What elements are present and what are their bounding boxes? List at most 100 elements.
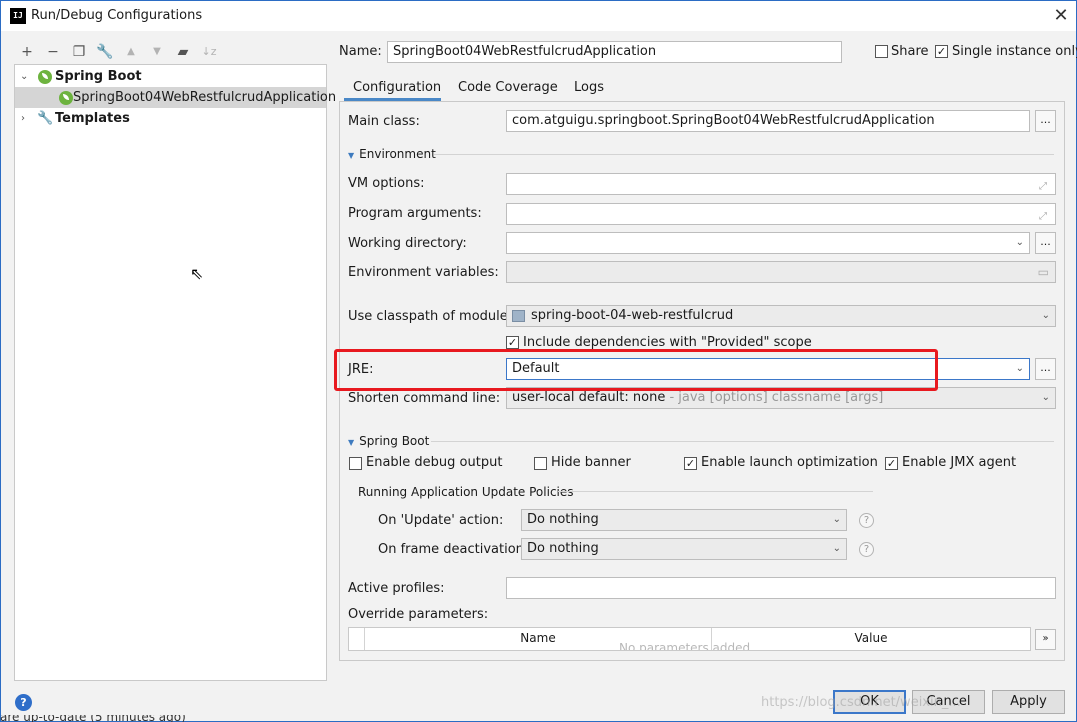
- chevron-down-icon[interactable]: ⌄: [833, 510, 841, 530]
- environment-section[interactable]: ▼ Environment: [348, 147, 436, 161]
- expand-table-button[interactable]: »: [1035, 629, 1056, 650]
- browse-main-class-button[interactable]: ...: [1035, 110, 1056, 132]
- hide-banner-checkbox[interactable]: [534, 457, 547, 470]
- chevron-down-icon[interactable]: ⌄: [20, 66, 28, 87]
- jmx-agent-label: Enable JMX agent: [902, 455, 1017, 470]
- divider: [434, 154, 1054, 155]
- active-profiles-label: Active profiles:: [348, 581, 445, 596]
- tree-node-templates[interactable]: › 🔧 Templates: [15, 108, 326, 129]
- sort-icon[interactable]: ↓z: [200, 43, 218, 61]
- program-arguments-label: Program arguments:: [348, 206, 482, 221]
- table-empty-text: No parameters added.: [619, 641, 754, 651]
- tree-node-application[interactable]: SpringBoot04WebRestfulcrudApplication: [15, 87, 336, 108]
- spring-boot-section[interactable]: ▼ Spring Boot: [348, 434, 429, 448]
- update-policies-section: Running Application Update Policies: [358, 485, 574, 499]
- divider: [431, 441, 1054, 442]
- classpath-module-select[interactable]: spring-boot-04-web-restfulcrud ⌄: [506, 305, 1056, 327]
- single-instance-label: Single instance only: [952, 44, 1077, 59]
- folder-icon[interactable]: ▰: [174, 43, 192, 61]
- tree-node-label: Templates: [55, 111, 130, 126]
- move-up-icon[interactable]: ▲: [122, 43, 140, 61]
- intellij-app-icon: IJ: [10, 8, 26, 24]
- divider: [558, 491, 873, 492]
- launch-optimization-checkbox[interactable]: ✓: [684, 457, 697, 470]
- close-icon[interactable]: ✕: [1049, 5, 1073, 27]
- add-icon[interactable]: +: [18, 43, 36, 61]
- wrench-icon[interactable]: 🔧: [96, 43, 114, 61]
- jmx-agent-checkbox[interactable]: ✓: [885, 457, 898, 470]
- on-frame-select[interactable]: Do nothing ⌄: [521, 538, 847, 560]
- spring-boot-icon: [38, 70, 52, 84]
- launch-optimization-label: Enable launch optimization: [701, 455, 878, 470]
- on-update-value: Do nothing: [527, 512, 599, 527]
- environment-variables-label: Environment variables:: [348, 265, 499, 280]
- dialog-window: IJ Run/Debug Configurations ✕ + − ❐ 🔧 ▲ …: [0, 0, 1077, 722]
- single-instance-checkbox[interactable]: ✓: [935, 45, 948, 58]
- debug-output-label: Enable debug output: [366, 455, 503, 470]
- expand-icon[interactable]: ⤢: [1039, 177, 1047, 194]
- include-dependencies-checkbox[interactable]: ✓: [506, 336, 519, 349]
- chevron-down-icon[interactable]: ⌄: [1016, 233, 1024, 253]
- tree-node-spring-boot[interactable]: ⌄ Spring Boot: [15, 66, 326, 87]
- watermark: https://blog.csdn.net/weixin_...: [761, 695, 961, 710]
- mouse-cursor-icon: ⇖: [190, 264, 204, 283]
- on-frame-value: Do nothing: [527, 541, 599, 556]
- tab-logs[interactable]: Logs: [574, 79, 604, 101]
- shorten-value: user-local default: none: [512, 390, 666, 405]
- environment-variables-field[interactable]: ▭: [506, 261, 1056, 283]
- help-icon[interactable]: ?: [859, 542, 874, 557]
- status-text: are up-to-date (5 minutes ago): [0, 715, 186, 722]
- share-checkbox[interactable]: [875, 45, 888, 58]
- debug-output-checkbox[interactable]: [349, 457, 362, 470]
- apply-button[interactable]: Apply: [992, 690, 1065, 714]
- main-class-label: Main class:: [348, 114, 420, 129]
- on-update-select[interactable]: Do nothing ⌄: [521, 509, 847, 531]
- config-tree: ⌄ Spring Boot SpringBoot04WebRestfulcrud…: [14, 64, 336, 681]
- collapse-triangle-icon: ▼: [348, 151, 355, 160]
- chevron-down-icon[interactable]: ⌄: [1016, 359, 1024, 379]
- copy-icon[interactable]: ❐: [70, 43, 88, 61]
- collapse-triangle-icon: ▼: [348, 438, 355, 447]
- program-arguments-field[interactable]: ⤢: [506, 203, 1056, 225]
- on-update-label: On 'Update' action:: [378, 513, 504, 528]
- wrench-icon: 🔧: [37, 111, 54, 126]
- working-directory-field[interactable]: ⌄: [506, 232, 1030, 254]
- move-down-icon[interactable]: ▼: [148, 43, 166, 61]
- remove-icon[interactable]: −: [44, 43, 62, 61]
- jre-highlight-annotation: [334, 349, 938, 391]
- working-directory-label: Working directory:: [348, 236, 467, 251]
- chevron-down-icon[interactable]: ⌄: [1042, 306, 1050, 326]
- hide-banner-label: Hide banner: [551, 455, 631, 470]
- override-parameters-label: Override parameters:: [348, 607, 489, 622]
- name-label: Name:: [339, 44, 382, 59]
- classpath-module-value: spring-boot-04-web-restfulcrud: [531, 308, 734, 323]
- chevron-right-icon[interactable]: ›: [21, 108, 25, 129]
- include-dependencies-label: Include dependencies with "Provided" sco…: [523, 335, 812, 350]
- chevron-down-icon[interactable]: ⌄: [833, 539, 841, 559]
- tab-configuration[interactable]: Configuration: [344, 79, 441, 101]
- vm-options-label: VM options:: [348, 176, 425, 191]
- shorten-hint: - java [options] classname [args]: [665, 390, 884, 405]
- main-class-field[interactable]: com.atguigu.springboot.SpringBoot04WebRe…: [506, 110, 1030, 132]
- vm-options-field[interactable]: ⤢: [506, 173, 1056, 195]
- expand-icon[interactable]: ⤢: [1039, 207, 1047, 224]
- help-icon[interactable]: ?: [859, 513, 874, 528]
- classpath-module-label: Use classpath of module:: [348, 309, 513, 324]
- browse-jre-button[interactable]: ...: [1035, 358, 1056, 380]
- override-parameters-table[interactable]: Name Value No parameters added.: [348, 627, 1031, 651]
- table-header-value[interactable]: Value: [712, 628, 1030, 650]
- active-profiles-field[interactable]: [506, 577, 1056, 599]
- name-field[interactable]: SpringBoot04WebRestfulcrudApplication: [387, 41, 842, 63]
- spring-boot-icon: [59, 91, 73, 105]
- tab-code-coverage[interactable]: Code Coverage: [458, 79, 558, 101]
- browse-directory-button[interactable]: ...: [1035, 232, 1056, 254]
- share-label: Share: [891, 44, 929, 59]
- row-header-cell: [349, 628, 365, 650]
- folder-icon[interactable]: ▭: [1038, 262, 1049, 282]
- module-icon: [512, 310, 525, 322]
- title-bar: IJ Run/Debug Configurations ✕: [1, 1, 1076, 31]
- chevron-down-icon[interactable]: ⌄: [1042, 388, 1050, 408]
- shorten-command-line-label: Shorten command line:: [348, 391, 501, 406]
- help-icon[interactable]: ?: [15, 694, 32, 711]
- tree-node-label: SpringBoot04WebRestfulcrudApplication: [73, 90, 337, 105]
